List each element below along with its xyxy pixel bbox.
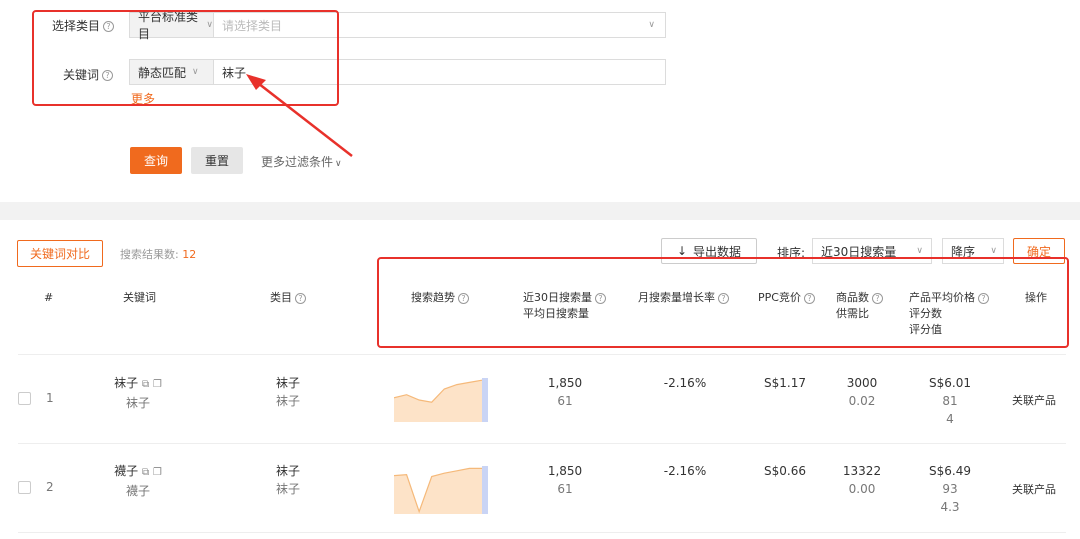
header-divider bbox=[18, 354, 1066, 355]
keyword-cell: 襪子 ⧉ ❐ 襪子 bbox=[114, 464, 162, 498]
external-link-icon[interactable]: ⧉ bbox=[142, 379, 149, 390]
growth-cell: -2.16% bbox=[663, 376, 707, 390]
query-button[interactable]: 查询 bbox=[130, 147, 182, 174]
price-cell: S$6.01 81 4 bbox=[929, 376, 971, 426]
copy-icon[interactable]: ❐ bbox=[153, 379, 162, 390]
row-index: 2 bbox=[46, 480, 54, 494]
row-index: 1 bbox=[46, 391, 54, 405]
result-count: 搜索结果数: 12 bbox=[120, 248, 197, 261]
chevron-down-icon: ∨ bbox=[335, 159, 342, 169]
price-cell: S$6.49 93 4.3 bbox=[929, 464, 971, 514]
external-link-icon[interactable]: ⧉ bbox=[142, 467, 149, 478]
keyword-cell: 袜子 ⧉ ❐ 袜子 bbox=[114, 376, 162, 410]
category-cell: 袜子 袜子 bbox=[275, 464, 300, 496]
reset-button[interactable]: 重置 bbox=[191, 147, 243, 174]
row-divider bbox=[18, 532, 1066, 533]
ppc-cell: S$1.17 bbox=[764, 376, 806, 390]
products-cell: 3000 0.02 bbox=[846, 376, 878, 408]
help-icon[interactable]: ? bbox=[295, 292, 306, 304]
section-divider bbox=[0, 202, 1080, 220]
download-icon: ↓ bbox=[676, 244, 688, 258]
row-checkbox[interactable] bbox=[18, 481, 31, 494]
growth-cell: -2.16% bbox=[663, 464, 707, 478]
products-cell: 13322 0.00 bbox=[842, 464, 882, 496]
category-cell: 袜子 袜子 bbox=[275, 376, 300, 408]
copy-icon[interactable]: ❐ bbox=[153, 467, 162, 478]
related-products-link[interactable]: 关联产品 bbox=[1012, 481, 1056, 499]
col-keyword: 关键词 bbox=[123, 291, 156, 304]
volume-cell: 1,850 61 bbox=[547, 376, 583, 408]
highlight-box-columns bbox=[377, 257, 1069, 348]
annotation-arrow bbox=[246, 74, 353, 157]
chevron-down-icon: ∨ bbox=[648, 20, 655, 30]
trend-sparkline bbox=[394, 466, 488, 514]
chevron-down-icon: ∨ bbox=[990, 246, 997, 256]
trend-current-marker bbox=[482, 378, 488, 422]
row-checkbox[interactable] bbox=[18, 392, 31, 405]
ppc-cell: S$0.66 bbox=[764, 464, 806, 478]
trend-sparkline bbox=[394, 378, 488, 422]
row-divider bbox=[18, 443, 1066, 444]
col-index: # bbox=[44, 291, 54, 304]
keyword-compare-button[interactable]: 关键词对比 bbox=[17, 240, 103, 267]
more-filters-toggle[interactable]: 更多过滤条件 ∨ bbox=[261, 153, 342, 170]
chevron-down-icon: ∨ bbox=[916, 246, 923, 256]
volume-cell: 1,850 61 bbox=[547, 464, 583, 496]
col-category: 类目? bbox=[270, 290, 306, 306]
trend-current-marker bbox=[482, 466, 488, 514]
related-products-link[interactable]: 关联产品 bbox=[1012, 392, 1056, 410]
trend-area bbox=[394, 380, 482, 422]
